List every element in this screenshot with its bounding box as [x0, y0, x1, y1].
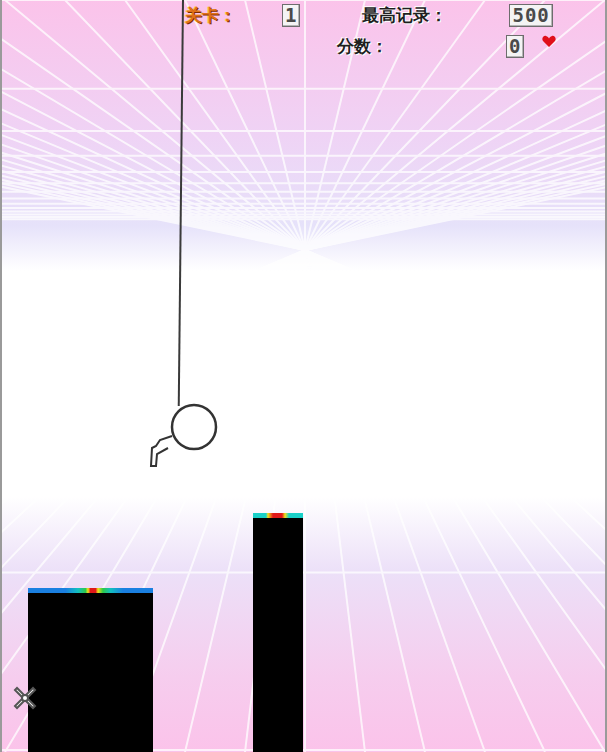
game-canvas[interactable]: 关卡： 1 最高记录： 500 分数： 0	[0, 0, 607, 752]
heart-icon	[542, 35, 556, 48]
player	[142, 398, 222, 473]
score-value: 0	[506, 35, 524, 58]
level-label: 关卡：	[185, 4, 236, 26]
best-value: 500	[509, 4, 552, 27]
level-value: 1	[282, 4, 300, 27]
tools-icon[interactable]	[11, 684, 39, 712]
pillar	[253, 513, 303, 752]
hud-bottom-row: 分数： 0	[2, 35, 605, 58]
best-label: 最高记录：	[362, 4, 447, 26]
pillar-target-strip	[28, 588, 153, 593]
pillar	[28, 588, 153, 752]
score-label: 分数：	[337, 35, 388, 57]
rope	[178, 0, 184, 406]
hud-top-row: 关卡： 1 最高记录： 500	[2, 4, 605, 27]
pillar-target-strip	[253, 513, 303, 518]
hud: 关卡： 1 最高记录： 500 分数： 0	[2, 0, 605, 58]
